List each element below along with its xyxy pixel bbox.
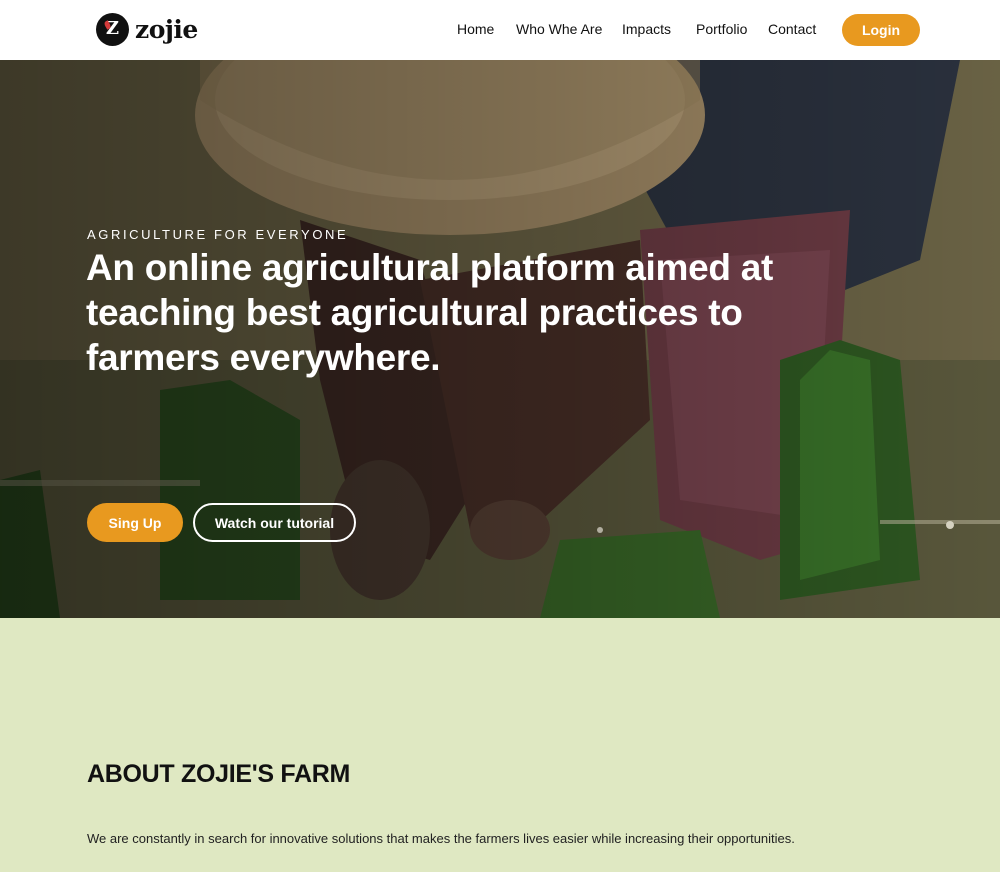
nav-link-impacts[interactable]: Impacts (622, 21, 671, 37)
about-description: We are constantly in search for innovati… (87, 831, 795, 846)
nav-link-home[interactable]: Home (457, 21, 494, 37)
nav-link-contact[interactable]: Contact (768, 21, 816, 37)
main-nav: Home Who Whe Are Impacts Portfolio Conta… (0, 0, 1000, 60)
nav-link-who-we-are[interactable]: Who Whe Are (516, 21, 602, 37)
hero-eyebrow: AGRICULTURE FOR EVERYONE (87, 227, 349, 242)
navbar: Z zojie Home Who Whe Are Impacts Portfol… (0, 0, 1000, 60)
signup-button[interactable]: Sing Up (87, 503, 183, 542)
about-title: ABOUT ZOJIE'S FARM (87, 760, 351, 788)
about-section: ABOUT ZOJIE'S FARM We are constantly in … (0, 618, 1000, 872)
hero-headline: An online agricultural platform aimed at… (86, 247, 773, 378)
login-button[interactable]: Login (842, 14, 920, 46)
watch-tutorial-button[interactable]: Watch our tutorial (193, 503, 356, 542)
nav-link-portfolio[interactable]: Portfolio (696, 21, 747, 37)
hero-section: AGRICULTURE FOR EVERYONE An online agric… (0, 60, 1000, 618)
